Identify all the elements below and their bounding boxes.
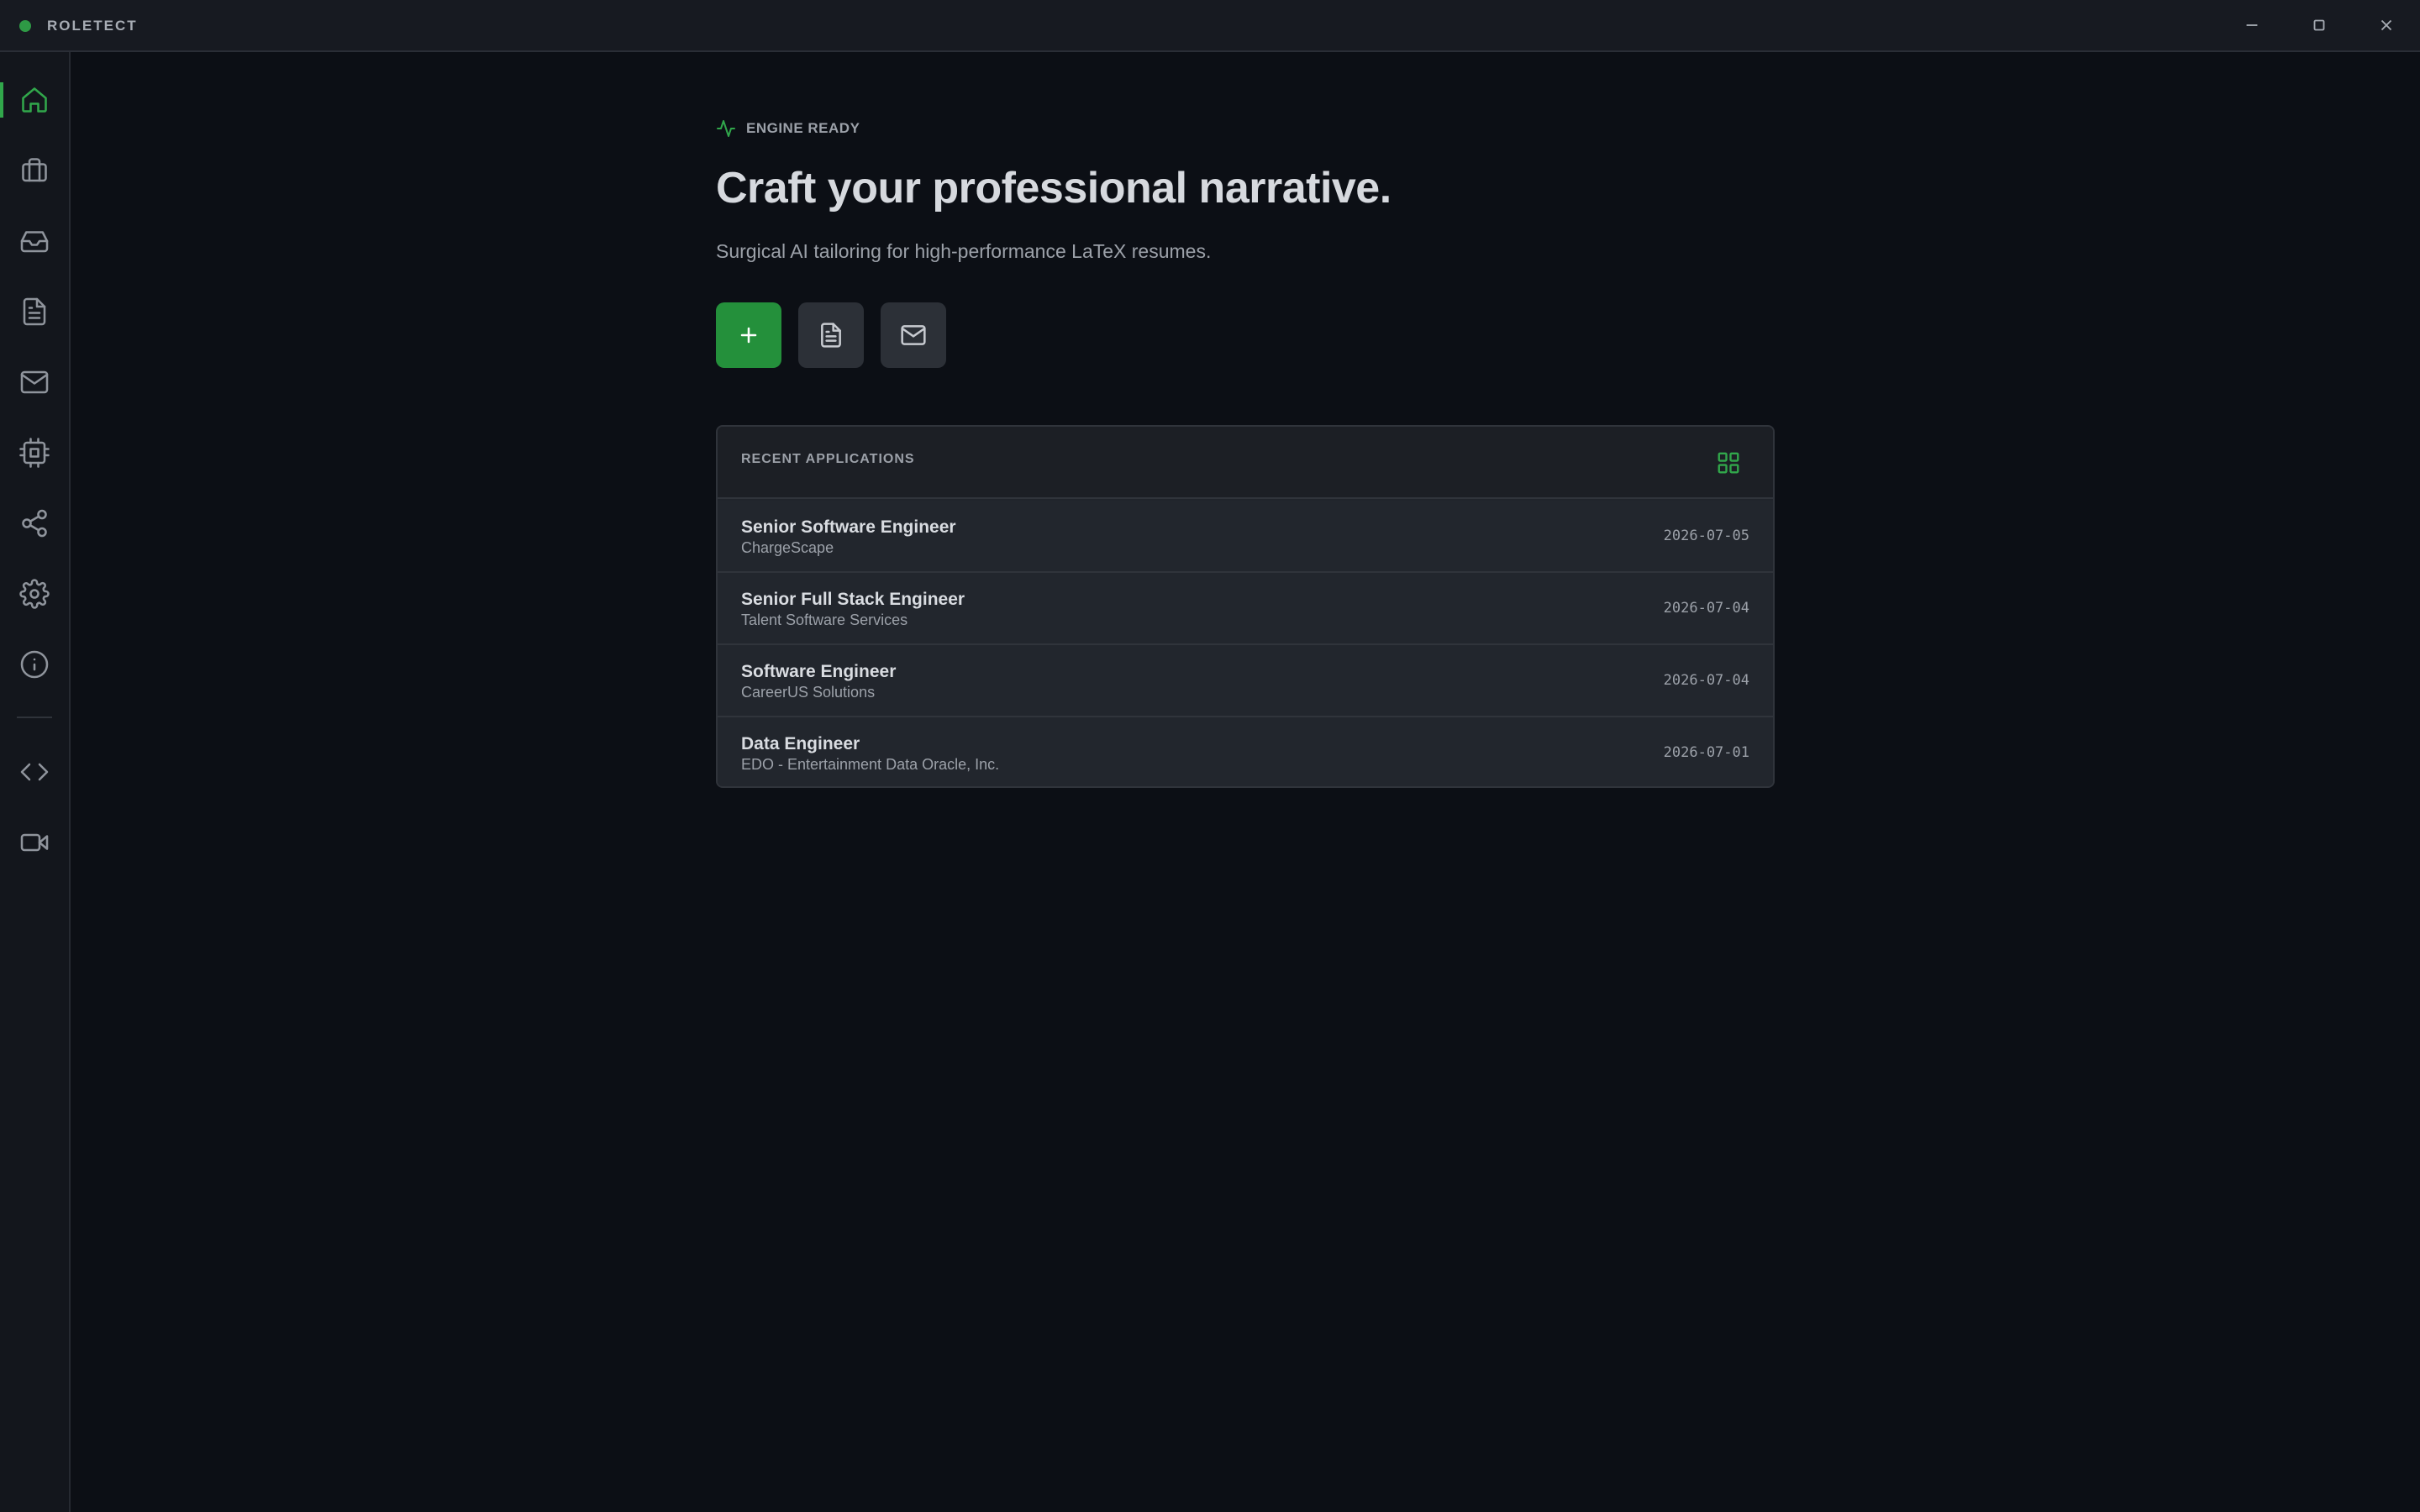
- row-date: 2026-07-04: [1663, 600, 1749, 617]
- sidebar-item-documents[interactable]: [0, 282, 69, 341]
- row-date: 2026-07-04: [1663, 672, 1749, 689]
- maximize-button[interactable]: [2286, 0, 2353, 50]
- cover-letter-button[interactable]: [881, 302, 946, 368]
- row-company: EDO - Entertainment Data Oracle, Inc.: [741, 756, 1000, 773]
- video-icon: [20, 833, 49, 852]
- table-row[interactable]: Senior Full Stack Engineer Talent Softwa…: [718, 573, 1773, 645]
- sidebar-item-inbox[interactable]: [0, 212, 69, 270]
- row-company: CareerUS Solutions: [741, 684, 876, 701]
- sidebar-item-developer[interactable]: [0, 743, 69, 801]
- minimize-button[interactable]: [2218, 0, 2286, 50]
- inbox-icon: [20, 231, 49, 253]
- close-icon: [2381, 19, 2392, 31]
- panel-header: RECENT APPLICATIONS: [718, 427, 1773, 499]
- mail-icon: [901, 325, 926, 345]
- app-title: ROLETECT: [47, 18, 138, 34]
- sidebar-item-video[interactable]: [0, 813, 69, 872]
- file-text-icon: [23, 297, 46, 326]
- sidebar-divider: [17, 717, 52, 718]
- page-title: Craft your professional narrative.: [716, 164, 1392, 213]
- sidebar-item-mail[interactable]: [0, 353, 69, 412]
- row-date: 2026-07-01: [1663, 744, 1749, 761]
- maximize-icon: [2313, 19, 2325, 31]
- cpu-icon: [19, 438, 50, 468]
- title-bar: ROLETECT: [0, 0, 2420, 52]
- resume-button[interactable]: [798, 302, 864, 368]
- sidebar-item-home[interactable]: [0, 71, 69, 129]
- row-company: Talent Software Services: [741, 612, 908, 628]
- table-row[interactable]: Data Engineer EDO - Entertainment Data O…: [718, 717, 1773, 786]
- page-subtitle: Surgical AI tailoring for high-performan…: [716, 240, 1212, 262]
- grid-icon: [1718, 452, 1739, 474]
- new-application-button[interactable]: [716, 302, 781, 368]
- info-icon: [20, 650, 49, 679]
- row-title: Senior Software Engineer: [741, 517, 956, 537]
- share-icon: [22, 509, 47, 538]
- app-status-dot: [19, 20, 31, 32]
- row-date: 2026-07-05: [1663, 528, 1749, 544]
- close-button[interactable]: [2353, 0, 2420, 50]
- home-icon: [22, 87, 47, 113]
- sidebar-item-settings[interactable]: [0, 564, 69, 623]
- engine-status: ENGINE READY: [716, 116, 860, 141]
- minimize-icon: [2246, 24, 2258, 26]
- briefcase-icon: [22, 158, 47, 182]
- activity-icon: [717, 120, 735, 137]
- gear-icon: [19, 579, 50, 609]
- row-title: Senior Full Stack Engineer: [741, 590, 965, 609]
- file-text-icon: [821, 323, 841, 348]
- grid-view-button[interactable]: [1714, 449, 1743, 477]
- sidebar-item-jobs[interactable]: [0, 141, 69, 200]
- code-icon: [20, 763, 49, 781]
- sidebar-item-engine[interactable]: [0, 423, 69, 482]
- row-title: Software Engineer: [741, 662, 897, 681]
- row-title: Data Engineer: [741, 734, 860, 753]
- sidebar: [0, 52, 71, 1512]
- mail-icon: [20, 370, 49, 394]
- recent-applications-panel: RECENT APPLICATIONS Senior Software Engi…: [716, 425, 1775, 788]
- row-company: ChargeScape: [741, 539, 834, 556]
- panel-title: RECENT APPLICATIONS: [741, 452, 915, 466]
- sidebar-item-about[interactable]: [0, 635, 69, 694]
- plus-icon: [740, 327, 757, 344]
- sidebar-item-share[interactable]: [0, 494, 69, 553]
- table-row[interactable]: Senior Software Engineer ChargeScape 202…: [718, 501, 1773, 573]
- engine-status-label: ENGINE READY: [746, 120, 860, 136]
- table-row[interactable]: Software Engineer CareerUS Solutions 202…: [718, 645, 1773, 717]
